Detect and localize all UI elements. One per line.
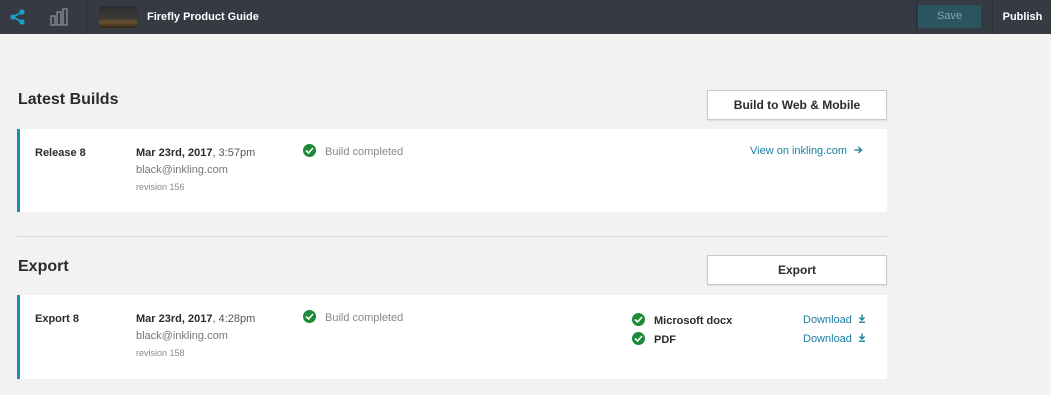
format-pdf: PDF	[632, 332, 676, 346]
check-circle-icon	[632, 313, 645, 326]
export-status: Build completed	[303, 310, 403, 326]
download-icon	[855, 333, 866, 345]
export-button[interactable]: Export	[707, 255, 887, 285]
build-to-web-mobile-button[interactable]: Build to Web & Mobile	[707, 90, 887, 120]
latest-builds-heading: Latest Builds	[18, 91, 119, 108]
section-divider	[17, 236, 887, 237]
export-name: Export 8	[35, 313, 80, 325]
arrow-right-icon	[850, 145, 863, 157]
document-thumbnail	[99, 6, 137, 28]
build-status: Build completed	[303, 144, 403, 160]
build-date-day: Mar 23rd, 2017	[136, 147, 213, 159]
view-link-label: View on inkling.com	[750, 145, 848, 157]
build-date-time: , 3:57pm	[212, 147, 256, 159]
bar-chart-icon[interactable]	[50, 7, 70, 27]
build-author-email: black@inkling.com	[136, 164, 228, 176]
top-bar: Firefly Product Guide Save Publish	[0, 0, 1051, 34]
build-name: Release 8	[35, 147, 86, 159]
publish-button[interactable]: Publish	[994, 0, 1051, 34]
share-icon[interactable]	[8, 7, 28, 27]
check-circle-icon	[303, 310, 316, 323]
build-date: Mar 23rd, 2017, 3:57pm	[136, 147, 255, 159]
format-docx: Microsoft docx	[632, 313, 732, 327]
toolbar-divider	[916, 0, 917, 34]
build-status-text: Build completed	[325, 146, 404, 158]
export-author-email: black@inkling.com	[136, 330, 228, 342]
export-heading: Export	[18, 258, 69, 275]
download-pdf-label: Download	[803, 333, 852, 345]
check-circle-icon	[632, 332, 645, 345]
export-card: Export 8 Mar 23rd, 2017, 4:28pm black@in…	[17, 295, 887, 379]
toolbar-divider	[992, 0, 993, 34]
download-docx-link[interactable]: Download	[803, 314, 866, 326]
check-circle-icon	[303, 144, 316, 157]
download-docx-label: Download	[803, 314, 852, 326]
export-date: Mar 23rd, 2017, 4:28pm	[136, 313, 255, 325]
build-card: Release 8 Mar 23rd, 2017, 3:57pm black@i…	[17, 129, 887, 212]
save-button[interactable]: Save	[918, 5, 981, 28]
export-revision: revision 158	[136, 348, 185, 358]
download-icon	[855, 314, 866, 326]
export-date-time: , 4:28pm	[212, 313, 256, 325]
export-status-text: Build completed	[325, 312, 404, 324]
format-docx-label: Microsoft docx	[654, 315, 733, 327]
toolbar-divider	[86, 0, 87, 34]
build-revision: revision 156	[136, 182, 185, 192]
view-on-inkling-link[interactable]: View on inkling.com	[750, 145, 863, 157]
format-pdf-label: PDF	[654, 334, 676, 346]
document-title: Firefly Product Guide	[147, 11, 259, 23]
export-date-day: Mar 23rd, 2017	[136, 313, 213, 325]
download-pdf-link[interactable]: Download	[803, 333, 866, 345]
